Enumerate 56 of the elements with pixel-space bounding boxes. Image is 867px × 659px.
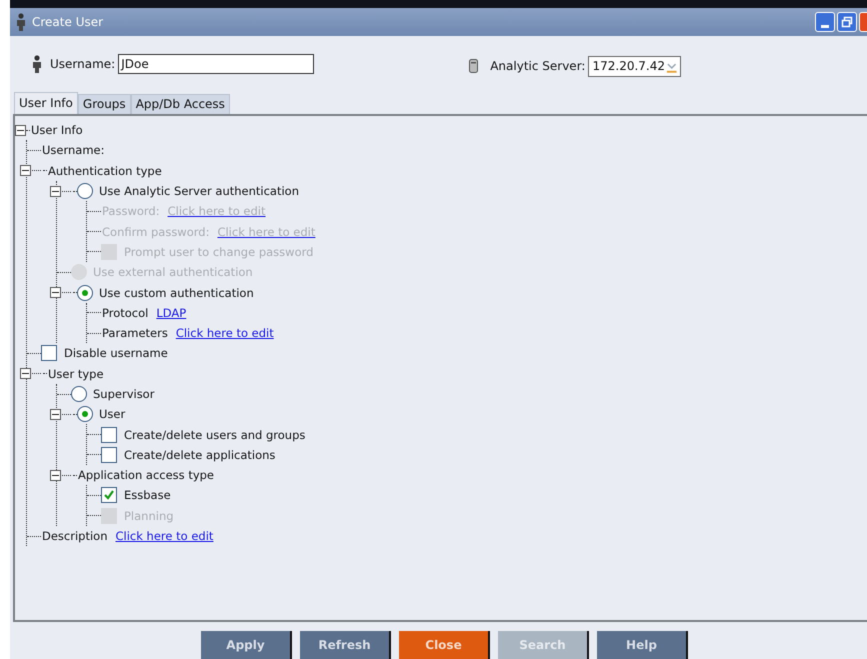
server-icon <box>469 59 478 73</box>
checkbox[interactable] <box>101 426 117 443</box>
checkbox[interactable] <box>101 446 117 463</box>
field-label: Password: <box>102 204 160 218</box>
tree-label: Username: <box>42 143 104 158</box>
minimize-button[interactable] <box>815 12 835 32</box>
checkbox[interactable] <box>41 345 57 362</box>
radio-button[interactable] <box>77 284 93 301</box>
collapse-icon[interactable] <box>15 124 26 136</box>
dialog-button[interactable]: Apply <box>201 631 292 659</box>
edit-link[interactable]: LDAP <box>156 306 186 320</box>
collapse-icon[interactable] <box>50 287 61 298</box>
radio-button[interactable] <box>77 183 93 200</box>
tab[interactable]: Groups <box>78 94 131 114</box>
field-label: Parameters <box>102 326 168 340</box>
tab[interactable]: App/Db Access <box>130 94 230 114</box>
edit-link[interactable]: Click here to edit <box>176 326 274 340</box>
option-label: Use Analytic Server authentication <box>99 184 299 198</box>
option-label: Create/delete users and groups <box>124 428 306 442</box>
collapse-icon[interactable] <box>20 165 31 176</box>
dialog-button[interactable]: Refresh <box>300 631 391 659</box>
field-label: Confirm password: <box>102 224 210 239</box>
field-label: Protocol <box>102 306 148 320</box>
user-icon <box>32 55 42 73</box>
option-label: Essbase <box>124 488 171 502</box>
username-field[interactable]: JDoe <box>118 54 314 74</box>
checkbox[interactable] <box>101 487 117 504</box>
option-label: Use custom authentication <box>99 286 254 300</box>
tree-label: User type <box>48 366 104 381</box>
dialog-button[interactable]: Help <box>597 631 688 659</box>
option-label: Use external authentication <box>93 265 253 280</box>
field-label: Description <box>42 529 108 544</box>
option-label: User <box>99 407 126 422</box>
option-label: Supervisor <box>93 387 154 401</box>
edit-link[interactable]: Click here to edit <box>116 529 214 544</box>
server-label: Analytic Server: <box>490 59 586 73</box>
window-title: Create User <box>32 15 104 29</box>
radio-button[interactable] <box>77 406 93 422</box>
collapse-icon[interactable] <box>20 368 31 380</box>
option-label: Prompt user to change password <box>124 244 314 259</box>
collapse-icon[interactable] <box>50 408 61 420</box>
server-dropdown[interactable]: 172.20.7.42 <box>588 56 682 76</box>
option-label: Disable username <box>64 346 168 360</box>
tree-label: Authentication type <box>48 164 162 178</box>
option-label: Create/delete applications <box>124 448 276 462</box>
tab[interactable]: User Info <box>14 92 78 114</box>
radio-button[interactable] <box>71 386 87 402</box>
user-icon <box>16 13 26 31</box>
collapse-icon[interactable] <box>50 470 61 481</box>
tree-label: User Info <box>31 123 83 138</box>
restore-icon <box>841 16 853 28</box>
option-label: Planning <box>124 508 174 523</box>
restore-button[interactable] <box>837 12 857 32</box>
username-label: Username: <box>50 57 116 71</box>
tree-label: Application access type <box>78 468 214 482</box>
collapse-icon[interactable] <box>50 186 61 197</box>
